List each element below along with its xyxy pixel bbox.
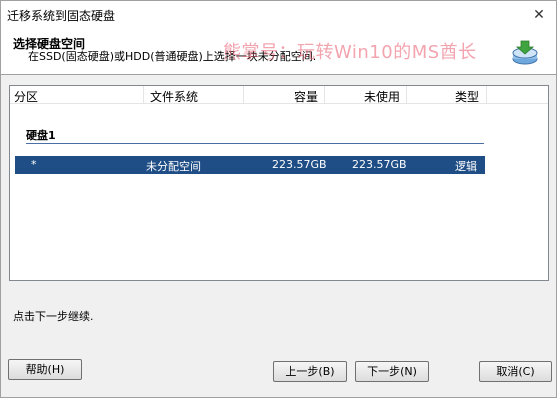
disk-group-label: 硬盘1 (26, 129, 56, 142)
cell-unused: 223.57GB (352, 158, 407, 171)
cancel-button[interactable]: 取消(C) (479, 361, 552, 382)
title-bar: 迁移系统到固态硬盘 ✕ (1, 1, 556, 29)
partition-list[interactable]: 分区 文件系统 容量 未使用 类型 硬盘1 * 未分配空间 223.57GB 2… (9, 85, 549, 281)
column-divider[interactable] (486, 86, 487, 104)
cell-type: 逻辑 (455, 160, 477, 173)
window-title: 迁移系统到固态硬盘 (7, 9, 116, 23)
column-divider[interactable] (243, 86, 244, 104)
column-divider[interactable] (324, 86, 325, 104)
column-header-type[interactable]: 类型 (455, 88, 479, 105)
watermark-text: 熊掌号：玩转Win10的MS酋长 (223, 42, 477, 63)
cell-partition: * (31, 158, 37, 171)
instruction-text: 点击下一步继续. (13, 310, 94, 323)
disk-group-divider (26, 143, 484, 144)
list-header: 分区 文件系统 容量 未使用 类型 (10, 86, 548, 104)
column-divider[interactable] (143, 86, 144, 104)
help-button[interactable]: 帮助(H) (8, 359, 82, 380)
migrate-os-dialog: 迁移系统到固态硬盘 ✕ 选择硬盘空间 在SSD(固态硬盘)或HDD(普通硬盘)上… (0, 0, 557, 398)
cell-filesystem: 未分配空间 (146, 160, 201, 173)
back-button[interactable]: 上一步(B) (273, 361, 347, 382)
next-button[interactable]: 下一步(N) (355, 361, 429, 382)
table-row[interactable]: * 未分配空间 223.57GB 223.57GB 逻辑 (15, 156, 485, 174)
column-header-unused[interactable]: 未使用 (364, 88, 400, 105)
column-header-capacity[interactable]: 容量 (294, 88, 318, 105)
close-icon[interactable]: ✕ (528, 5, 550, 25)
column-header-filesystem[interactable]: 文件系统 (150, 88, 198, 105)
cell-capacity: 223.57GB (272, 158, 327, 171)
column-header-partition[interactable]: 分区 (14, 88, 38, 105)
column-divider[interactable] (406, 86, 407, 104)
disk-migrate-icon (512, 40, 538, 65)
